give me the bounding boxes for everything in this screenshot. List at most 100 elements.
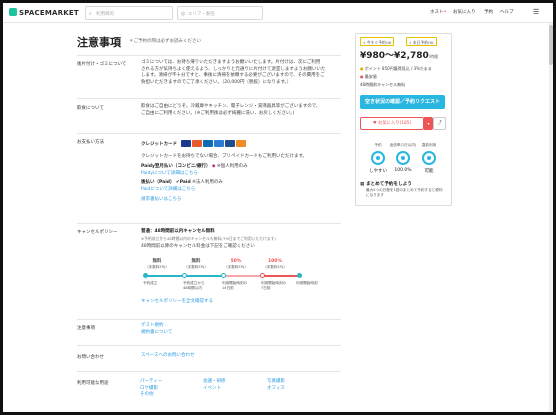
cancel-note: 48時間前以降のキャンセル料金は下記をご確認ください bbox=[141, 244, 255, 250]
payment-label: お支払い方法 bbox=[77, 140, 104, 145]
cleanup-text: ゴミについては、お持ち帰りいただきますようお願いいたします。片付けは、次にご利用… bbox=[141, 60, 341, 86]
usage-other-link[interactable]: その他 bbox=[140, 392, 200, 399]
food-text: 飲食はご自由にどうぞ。冷蔵庫やキッチン、電子レンジ・湯沸器具等がございますので、… bbox=[141, 104, 341, 117]
timeline-dot bbox=[221, 273, 226, 278]
badge-label: 本日予約OK bbox=[412, 39, 434, 45]
bulk-booking-desc: 最大5つの日程を1回のまとめて予約すると便利になります bbox=[366, 188, 443, 197]
cleanup-line: ゴミについては、お持ち帰りいただきますようお願いいたします。片付けは、次にご利用 bbox=[141, 60, 321, 65]
paid-label: 後払い（Paid） bbox=[141, 180, 175, 186]
usage-col: パーティー ロケ撮影 その他 bbox=[140, 379, 200, 399]
stat-ring-icon bbox=[422, 151, 436, 165]
calendar-icon: ▦ bbox=[360, 182, 365, 187]
tag-icon: ● bbox=[360, 74, 364, 79]
usage-label: 利用可能な用途 bbox=[77, 381, 109, 386]
stat-label: 直前利用 bbox=[421, 143, 437, 147]
nav-help[interactable]: ヘルプ bbox=[500, 9, 514, 15]
guest-terms-link[interactable]: ゲスト規約 bbox=[141, 323, 341, 330]
scrollbar-thumb[interactable] bbox=[549, 25, 553, 65]
site-logo[interactable]: SPACEMARKET bbox=[9, 8, 79, 17]
food-label: 飲食について bbox=[77, 106, 104, 111]
paid-logo: ✔Paid bbox=[175, 180, 191, 186]
contact-link[interactable]: スペースへのお問い合わせ bbox=[141, 353, 341, 360]
same-day-badge: ⚡ 本日予約OK bbox=[406, 37, 437, 46]
contact-label: お問い合わせ bbox=[77, 355, 104, 360]
usage-meeting-link[interactable]: 会議・研修 bbox=[203, 379, 263, 386]
reserve-button[interactable]: 空き状況の確認／予約リクエスト bbox=[360, 95, 445, 109]
stat-ring-icon bbox=[396, 151, 410, 165]
site-header: SPACEMARKET ⌕ 利用目的 ◎ エリア・駅名 ホスト• お気に入り 予約 … bbox=[3, 3, 553, 23]
favorite-button[interactable]: ♥ お気に入り(185) bbox=[360, 117, 424, 130]
paid-link[interactable]: Paidについて詳細はこちら bbox=[141, 187, 341, 194]
usage-party-link[interactable]: パーティー bbox=[140, 379, 200, 386]
paidy-logo-icon: ◆ bbox=[212, 164, 216, 170]
instant-booking-badge: ⚡ 今すぐ予約OK bbox=[360, 37, 395, 46]
visa-icon bbox=[181, 140, 192, 147]
usage-office-link[interactable]: オフィス bbox=[267, 386, 327, 393]
timeline-dot bbox=[143, 273, 148, 278]
usage-event-link[interactable]: イベント bbox=[203, 386, 263, 393]
stage-desc: 予約成立 bbox=[143, 281, 158, 285]
food-line: ご自由にご利用ください。(※ご利用後は必ず綺麗に洗い、お戻しください。) bbox=[141, 110, 295, 116]
title-note: ＊ご予約の際は必ずお読みください bbox=[129, 39, 201, 44]
nav-reservations[interactable]: 予約 bbox=[484, 9, 493, 15]
jcb-icon bbox=[203, 140, 214, 147]
browser-window: SPACEMARKET ⌕ 利用目的 ◎ エリア・駅名 ホスト• お気に入り 予約 … bbox=[3, 3, 553, 412]
page-scrollbar[interactable] bbox=[549, 23, 553, 412]
food-line: 飲食はご自由にどうぞ。冷蔵庫やキッチン、電子レンジ・湯沸器具等がございますので、 bbox=[141, 104, 321, 109]
paid-brand: Paid bbox=[179, 180, 191, 186]
menu-icon[interactable]: ☰ bbox=[533, 8, 539, 16]
nav-favorites[interactable]: お気に入り bbox=[453, 9, 476, 15]
divider bbox=[77, 133, 341, 134]
timeline-half-segment bbox=[223, 275, 262, 277]
search-area-input[interactable]: ◎ エリア・駅名 bbox=[177, 6, 263, 20]
favorite-dropdown-icon[interactable]: ▾ bbox=[424, 117, 433, 130]
cancel-note: ※予約成立から48時間以内のキャンセルも無料(＊8日までご利用いただけます) bbox=[141, 235, 276, 241]
paidy-link[interactable]: Paidyについて詳細はこちら bbox=[141, 171, 341, 178]
cancel-timeline bbox=[143, 273, 302, 278]
stage-end-label: 利用開始時刻 bbox=[296, 281, 318, 285]
divider bbox=[77, 55, 341, 56]
cancel-stage: 50% （手数料5％） bbox=[223, 259, 249, 269]
usage-col: 会議・研修 イベント bbox=[203, 379, 263, 392]
search-keyword-input[interactable]: ⌕ 利用目的 bbox=[85, 6, 173, 20]
stat-ring-center bbox=[401, 156, 405, 160]
mastercard-icon bbox=[192, 140, 203, 147]
stage-sub: （手数料5％） bbox=[184, 264, 208, 269]
cancel-label: キャンセルポリシー bbox=[77, 230, 118, 235]
amex-icon bbox=[214, 140, 225, 147]
cleanup-line: します。清掃が不十分ですと、事後に清掃を依頼する必要がございますので、その費用を… bbox=[141, 73, 325, 79]
badge-label: 今すぐ予約OK bbox=[366, 39, 392, 45]
bulk-booking-title-text: まとめて予約をしよう bbox=[365, 182, 412, 187]
nav-host-label: ホスト bbox=[430, 10, 444, 15]
page-title: 注意事項 bbox=[77, 36, 121, 49]
stat-ring-center bbox=[376, 156, 380, 160]
price-unit: /時間 bbox=[428, 54, 439, 59]
diners-icon bbox=[225, 140, 236, 147]
share-icon-button[interactable]: ⤴ bbox=[433, 117, 446, 130]
nav-host[interactable]: ホスト• bbox=[430, 9, 446, 15]
credit-card-label: クレジットカード bbox=[141, 142, 177, 147]
notes-links: ゲスト規約 規約書について bbox=[141, 323, 341, 336]
discover-icon bbox=[236, 140, 247, 147]
terms-link[interactable]: 規約書について bbox=[141, 330, 341, 337]
discount-text: 最安値 bbox=[364, 74, 377, 79]
invoice-link[interactable]: 請求書払いはこちら bbox=[141, 197, 341, 204]
cancel-stage: 無料 （手数料5％） bbox=[144, 259, 170, 269]
cancel-free-note: 48時間前キャンセル無料 bbox=[360, 82, 406, 87]
timeline-dot bbox=[182, 273, 187, 278]
timeline-dot bbox=[260, 273, 265, 278]
paidy-note: ※個人利用のみ bbox=[216, 164, 248, 170]
notes-label: 注意事項 bbox=[77, 326, 95, 331]
cancel-stage: 100% （手数料5％） bbox=[262, 259, 288, 269]
points-info: ● ポイント 850円獲得見込 / 3%たまる bbox=[360, 66, 432, 72]
paid-note: ※法人利用のみ bbox=[192, 180, 223, 186]
cancel-policy-link[interactable]: キャンセルポリシーを全文確認する bbox=[141, 299, 341, 306]
logo-text: SPACEMARKET bbox=[19, 9, 79, 17]
discount-info: ● 最安値 bbox=[360, 74, 377, 80]
stage-desc: 予約成立から48時間以内 bbox=[183, 281, 205, 290]
logo-mark-icon bbox=[9, 8, 17, 16]
paidy-label: Paidy翌月払い（コンビニ/銀行） bbox=[141, 164, 211, 170]
points-text: ポイント 850円獲得見込 / 3%たまる bbox=[364, 66, 432, 71]
favorite-label: お気に入り(185) bbox=[378, 121, 412, 126]
usage-photo-link[interactable]: 写真撮影 bbox=[267, 379, 327, 386]
